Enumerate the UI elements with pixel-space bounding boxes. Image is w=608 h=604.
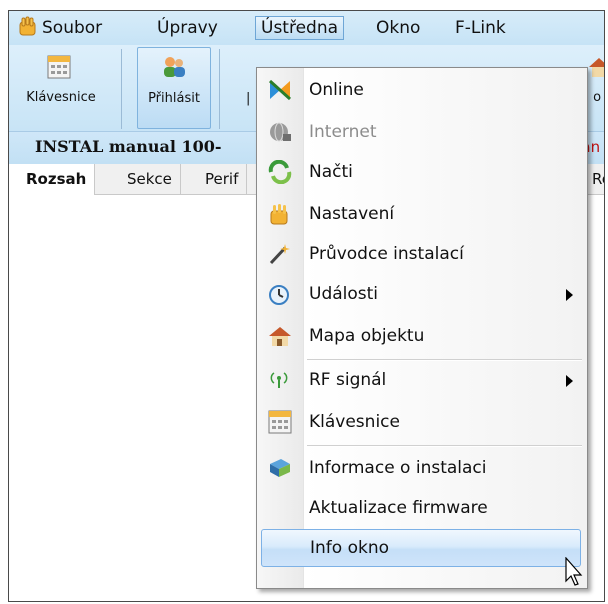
toolbar-login-button[interactable]: Přihlásit	[137, 47, 211, 129]
menu-separator	[307, 445, 582, 447]
toolbar-hidden-button-edge[interactable]: |	[246, 91, 250, 107]
menu-item-mapa-objektu[interactable]: Mapa objektu	[257, 318, 587, 354]
menu-item-aktualizace-firmware[interactable]: Aktualizace firmware	[257, 490, 587, 526]
menu-item-online[interactable]: Online	[257, 72, 587, 108]
menu-item-label: Internet	[309, 122, 377, 142]
toolbar-keypad-label: Klávesnice	[26, 90, 96, 105]
menu-ustredna[interactable]: Ústředna	[255, 16, 345, 40]
keypad-icon	[47, 55, 71, 79]
menu-item-label: Aktualizace firmware	[309, 498, 488, 518]
online-icon	[268, 79, 292, 101]
toolbar-keypad-button[interactable]: Klávesnice	[11, 45, 111, 131]
menu-item-info-okno[interactable]: Info okno	[261, 529, 581, 567]
login-users-icon	[164, 57, 185, 77]
menu-item-label: Informace o instalaci	[309, 458, 487, 478]
menu-item-label: Klávesnice	[309, 412, 400, 432]
house-icon	[269, 327, 291, 346]
menu-item-rf-signal[interactable]: RF signál	[257, 362, 587, 398]
menu-upravy[interactable]: Úpravy	[152, 17, 223, 39]
menu-item-klavesnice[interactable]: Klávesnice	[257, 404, 587, 440]
menu-bar: Soubor Úpravy Ústředna Okno F-Link	[9, 11, 604, 45]
tab-sekce[interactable]: Sekce	[119, 164, 181, 194]
menu-item-pruvodce-instalaci[interactable]: Průvodce instalací	[257, 236, 587, 272]
menu-item-label: Online	[309, 80, 364, 100]
menu-soubor[interactable]: Soubor	[37, 17, 107, 39]
toolbar-separator	[121, 49, 122, 129]
application-window: Soubor Úpravy Ústředna Okno F-Link Kláve…	[8, 10, 605, 602]
menu-item-label: Mapa objektu	[309, 326, 425, 346]
wizard-icon	[269, 244, 290, 265]
ustredna-dropdown-menu: Online Internet Načti Nastavení Průvodce…	[256, 67, 588, 589]
load-icon	[268, 160, 292, 184]
tab-rozsah[interactable]: Rozsah	[9, 164, 96, 195]
menu-item-label: Načti	[309, 162, 353, 182]
menu-item-udalosti[interactable]: Události	[257, 276, 587, 312]
internet-icon	[270, 122, 291, 142]
menu-item-internet: Internet	[257, 114, 587, 150]
info-book-icon	[270, 459, 290, 477]
menu-item-nacti[interactable]: Načti	[257, 154, 587, 190]
menu-flink[interactable]: F-Link	[450, 17, 511, 39]
settings-icon	[270, 204, 288, 225]
menu-item-label: Info okno	[310, 538, 389, 558]
menu-item-label: Události	[309, 284, 379, 304]
menu-item-label: RF signál	[309, 370, 387, 390]
menu-item-nastaveni[interactable]: Nastavení	[257, 196, 587, 232]
rf-signal-icon	[270, 372, 288, 388]
mouse-cursor-icon	[565, 557, 583, 586]
menu-okno[interactable]: Okno	[371, 17, 425, 39]
submenu-arrow-icon	[566, 289, 573, 301]
toolbar-login-label: Přihlásit	[148, 91, 200, 106]
keypad-icon	[268, 410, 292, 434]
tab-periferie[interactable]: Perif	[197, 164, 248, 194]
submenu-arrow-icon	[566, 375, 573, 387]
app-hand-icon	[19, 16, 36, 36]
menu-separator	[307, 359, 582, 361]
toolbar-separator	[219, 49, 220, 129]
menu-item-label: Nastavení	[309, 204, 395, 224]
menu-item-informace-o-instalaci[interactable]: Informace o instalaci	[257, 450, 587, 486]
menu-item-label: Průvodce instalací	[309, 244, 464, 264]
house-icon	[589, 58, 604, 77]
installation-title: INSTAL manual 100-	[35, 137, 222, 156]
events-icon	[269, 285, 289, 305]
